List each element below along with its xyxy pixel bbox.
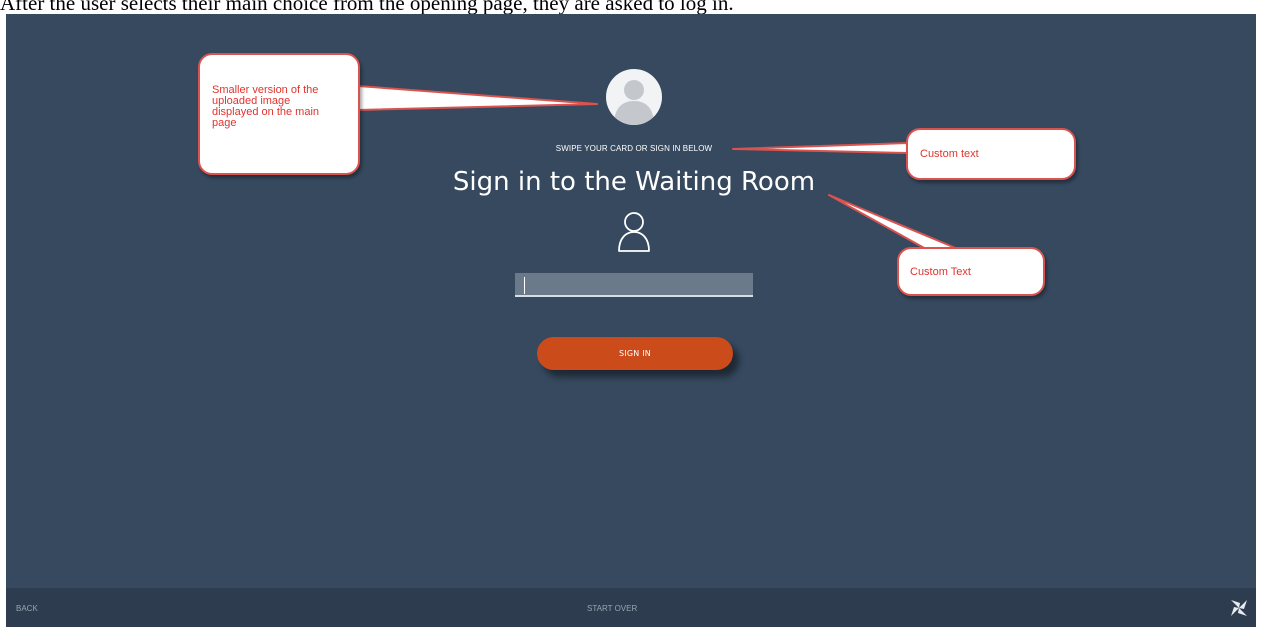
text-caret — [524, 277, 525, 294]
page-title: Sign in to the Waiting Room — [452, 167, 816, 197]
kiosk-screen: SWIPE YOUR CARD OR SIGN IN BELOW Sign in… — [6, 14, 1256, 627]
annotation-label: Custom Text — [910, 266, 971, 278]
user-outline-icon — [618, 212, 650, 252]
annotation-image-note: Smaller version of the uploaded image di… — [198, 53, 360, 175]
back-link[interactable]: BACK — [16, 604, 38, 613]
annotation-line: page — [212, 117, 237, 129]
footer-bar: BACK START OVER — [6, 588, 1256, 627]
pinwheel-logo-icon[interactable] — [1228, 597, 1250, 619]
annotation-custom-title: Custom Text — [897, 247, 1045, 296]
sign-in-input[interactable] — [515, 273, 753, 297]
annotation-custom-text: Custom text — [906, 128, 1076, 180]
default-user-icon — [614, 80, 654, 125]
sign-in-button[interactable]: SIGN IN — [537, 337, 733, 370]
annotation-label: Custom text — [920, 148, 979, 160]
document-caption: After the user selects their main choice… — [0, 0, 734, 14]
start-over-link[interactable]: START OVER — [587, 604, 637, 613]
avatar-image — [606, 69, 662, 125]
swipe-instruction: SWIPE YOUR CARD OR SIGN IN BELOW — [555, 144, 713, 153]
